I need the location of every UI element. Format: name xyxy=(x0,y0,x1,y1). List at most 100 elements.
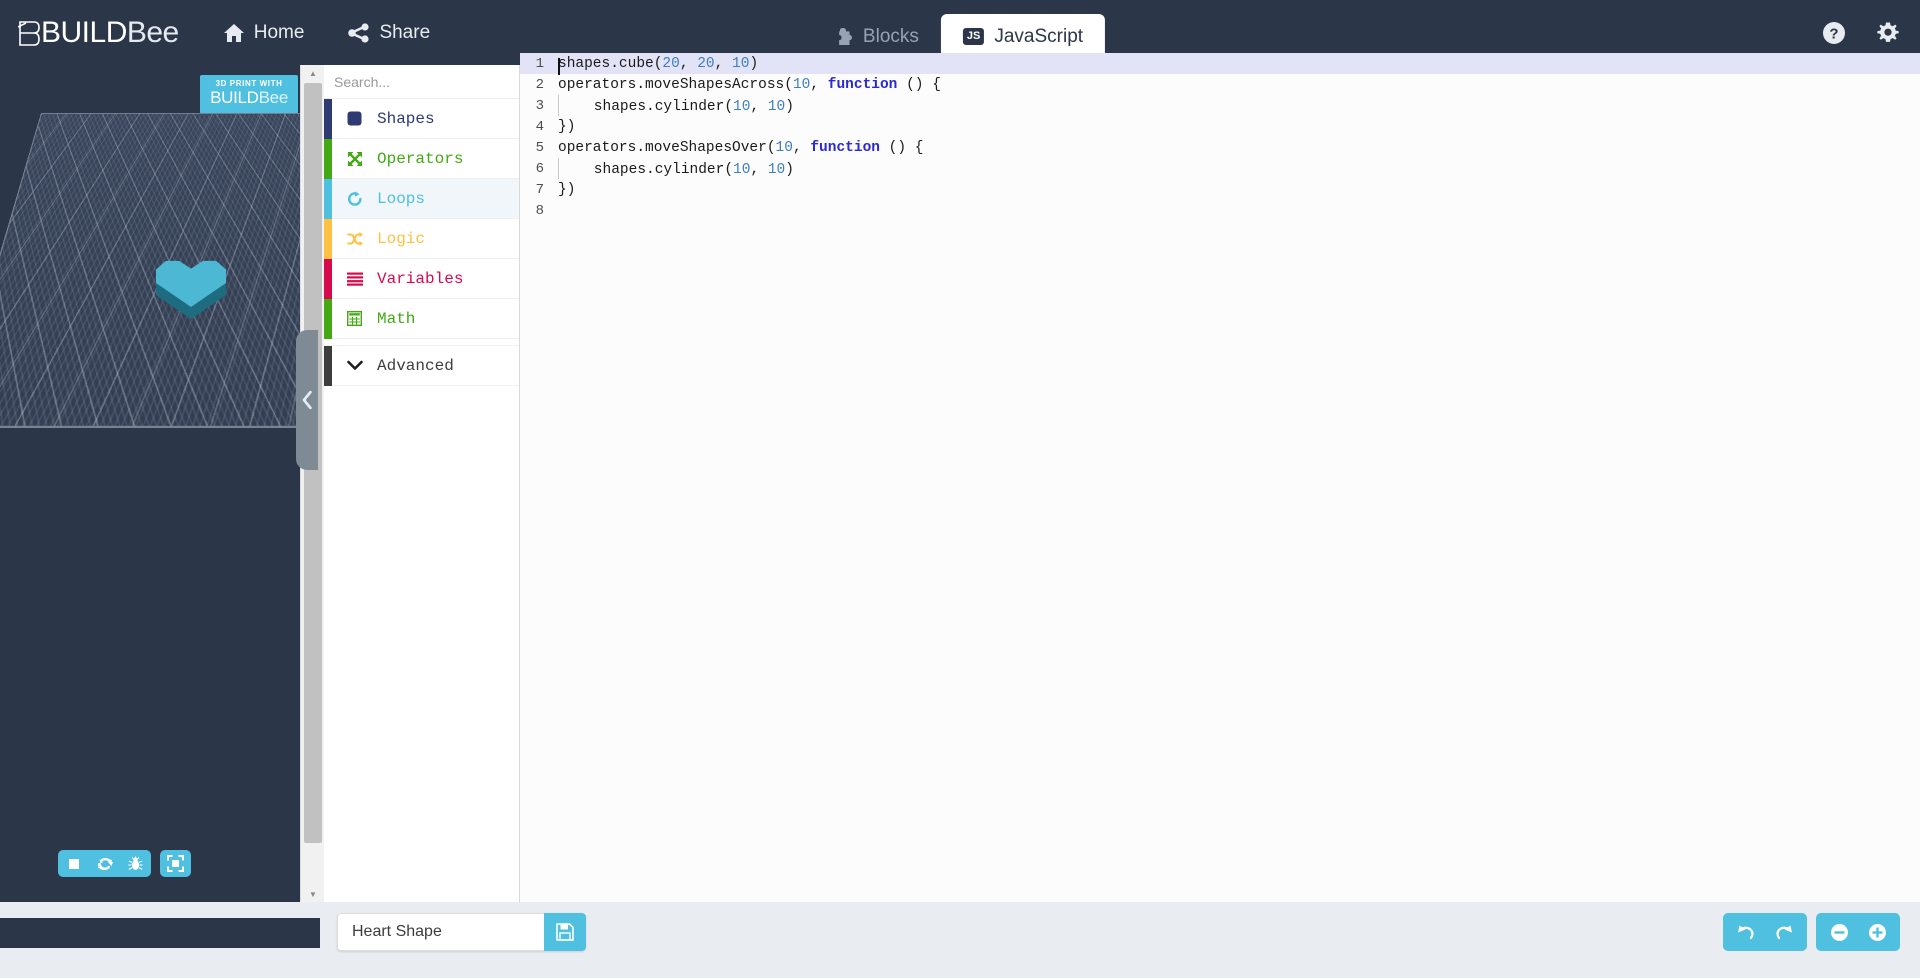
scroll-up-arrow-icon[interactable]: ▲ xyxy=(301,65,325,81)
code-token: () { xyxy=(879,139,924,156)
code-token: ) xyxy=(749,55,759,72)
toolbox-scrollbar[interactable]: ▲ ▼ xyxy=(300,65,324,902)
category-color-bar xyxy=(324,179,332,219)
buildbee-app: BUILD Bee Home Share Blocks JS JavaScrip… xyxy=(0,0,1920,978)
javascript-code-editor[interactable]: 1 shapes.cube(20, 20, 10) 2 operators.moveS… xyxy=(520,53,1920,902)
category-color-bar xyxy=(324,346,332,386)
bottom-left-panel xyxy=(0,918,320,948)
fullscreen-button[interactable] xyxy=(160,850,191,877)
code-token: , xyxy=(750,162,768,178)
floppy-disk-icon xyxy=(556,923,574,941)
code-text: }) xyxy=(558,119,575,135)
viewport-fullscreen-group xyxy=(160,850,191,877)
code-token: shapes.cylinder( xyxy=(559,99,734,115)
category-operators-label: Operators xyxy=(377,149,464,168)
help-icon: ? xyxy=(1823,21,1845,44)
category-loops[interactable]: Loops xyxy=(324,179,519,219)
zoom-controls xyxy=(1816,913,1900,951)
minus-circle-icon xyxy=(1830,923,1848,941)
project-name-input[interactable] xyxy=(337,913,544,951)
help-button[interactable]: ? xyxy=(1822,21,1846,45)
stop-button[interactable] xyxy=(58,850,89,877)
chevron-down-icon xyxy=(346,360,363,371)
code-line[interactable]: 7}) xyxy=(520,179,1920,200)
code-line[interactable]: 1 shapes.cube(20, 20, 10) xyxy=(520,53,1920,75)
category-operators[interactable]: Operators xyxy=(324,139,519,179)
toolbox-search-row xyxy=(324,65,519,99)
code-token: 20 xyxy=(662,55,680,72)
code-token: operators.moveShapesOver( xyxy=(558,139,776,156)
viewport-tool-group xyxy=(58,850,151,877)
search-input[interactable] xyxy=(334,73,515,90)
code-line[interactable]: 3 shapes.cylinder(10, 10) xyxy=(520,95,1920,116)
loop-arrow-icon xyxy=(346,191,363,207)
line-number: 8 xyxy=(535,202,544,219)
line-number: 1 xyxy=(535,55,544,72)
print-badge-brand: BUILDBee xyxy=(210,89,288,108)
home-icon xyxy=(223,23,244,42)
category-loops-label: Loops xyxy=(377,189,426,208)
text-cursor xyxy=(558,57,560,75)
shuffle-icon xyxy=(346,231,363,247)
viewport-toolbar xyxy=(58,850,191,877)
code-text: shapes.cube(20, 20, 10) xyxy=(558,55,759,75)
code-line[interactable]: 4}) xyxy=(520,116,1920,137)
project-name-group xyxy=(337,913,586,951)
category-advanced[interactable]: Advanced xyxy=(324,346,519,386)
category-variables[interactable]: Variables xyxy=(324,259,519,299)
code-token: () { xyxy=(897,76,941,93)
scroll-down-arrow-icon[interactable]: ▼ xyxy=(301,886,325,902)
redo-icon xyxy=(1776,925,1792,940)
calculator-icon xyxy=(346,311,363,326)
print-with-buildbee-badge[interactable]: 3D PRINT WITH BUILDBee xyxy=(200,75,298,115)
debug-button[interactable] xyxy=(120,850,151,877)
code-line[interactable]: 8 xyxy=(520,200,1920,221)
code-token: , xyxy=(750,99,768,115)
code-line[interactable]: 6 shapes.cylinder(10, 10) xyxy=(520,158,1920,179)
code-token: , xyxy=(714,55,733,72)
category-color-bar xyxy=(324,299,332,339)
settings-button[interactable] xyxy=(1876,21,1900,45)
nav-item-share-label: Share xyxy=(379,21,431,43)
code-token: shapes.cube( xyxy=(558,55,663,72)
category-shapes[interactable]: Shapes xyxy=(324,99,519,139)
history-controls xyxy=(1723,913,1807,951)
code-line[interactable]: 5 operators.moveShapesOver(10, function (… xyxy=(520,137,1920,158)
refresh-button[interactable] xyxy=(89,850,120,877)
undo-button[interactable] xyxy=(1727,913,1765,951)
line-number: 7 xyxy=(535,181,544,198)
save-project-button[interactable] xyxy=(544,913,586,951)
panel-collapse-handle[interactable] xyxy=(296,330,318,470)
heart-model[interactable] xyxy=(148,245,258,335)
category-color-bar xyxy=(324,259,332,299)
line-number: 4 xyxy=(535,118,544,135)
category-advanced-label: Advanced xyxy=(377,356,454,375)
category-math[interactable]: Math xyxy=(324,299,519,339)
category-logic-label: Logic xyxy=(377,229,426,248)
category-logic[interactable]: Logic xyxy=(324,219,519,259)
tab-javascript-label: JavaScript xyxy=(994,25,1084,47)
plus-circle-icon xyxy=(1868,923,1886,941)
logo-mark-icon xyxy=(18,20,40,46)
blocks-toolbox-panel: Shapes Operators Loops xyxy=(324,65,520,902)
nav-item-share[interactable]: Share xyxy=(348,22,430,44)
3d-viewport[interactable]: 3D PRINT WITH BUILDBee xyxy=(0,65,310,902)
code-body[interactable]: 1 shapes.cube(20, 20, 10) 2 operators.moveS… xyxy=(520,53,1920,221)
nav-item-home[interactable]: Home xyxy=(223,22,304,44)
svg-text:?: ? xyxy=(1829,25,1838,42)
buildbee-logo[interactable]: BUILD Bee xyxy=(18,16,179,50)
code-token: 10 xyxy=(792,76,811,93)
code-token: , xyxy=(810,76,828,93)
code-token: , xyxy=(679,55,698,72)
gear-icon xyxy=(1877,22,1899,42)
refresh-icon xyxy=(97,857,113,870)
code-token: }) xyxy=(558,118,576,135)
zoom-out-button[interactable] xyxy=(1820,913,1858,951)
code-line[interactable]: 2 operators.moveShapesAcross(10, function… xyxy=(520,74,1920,95)
undo-icon xyxy=(1738,925,1754,940)
redo-button[interactable] xyxy=(1765,913,1803,951)
zoom-in-button[interactable] xyxy=(1858,913,1896,951)
bottom-status-bar xyxy=(0,902,1920,978)
code-text: }) xyxy=(558,182,575,198)
print-badge-brand-prefix: BUILD xyxy=(210,88,259,108)
